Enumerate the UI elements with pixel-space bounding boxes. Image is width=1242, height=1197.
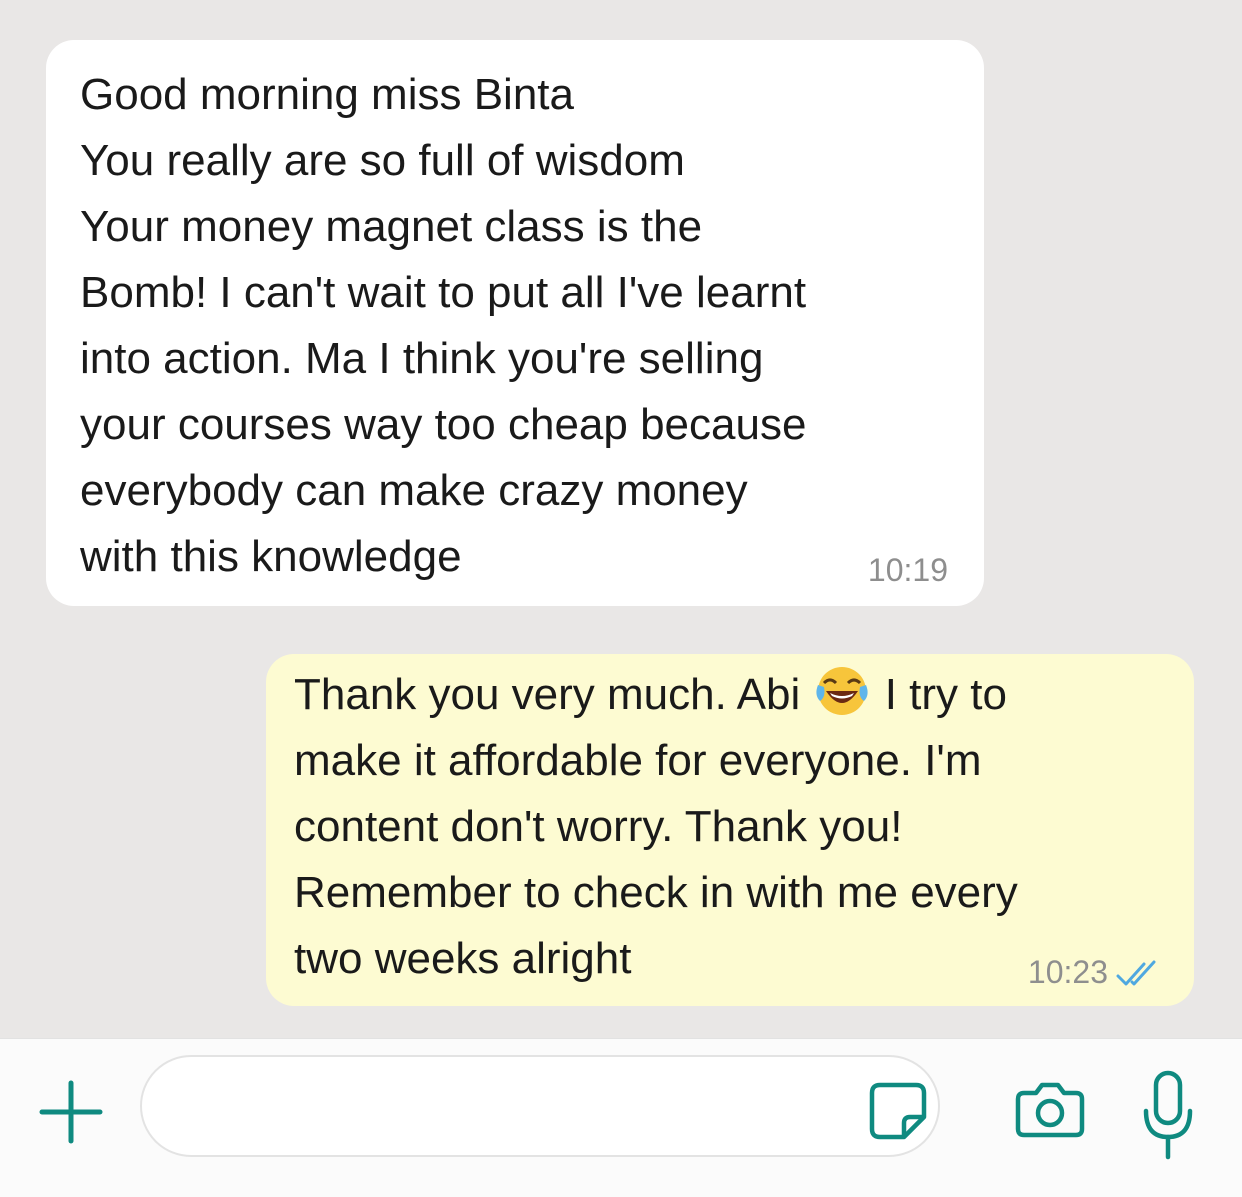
message-text-line: Good morning miss Binta — [80, 70, 574, 119]
read-receipt-double-check-icon — [1116, 960, 1156, 986]
outgoing-message-bubble[interactable]: Thank you very much. Abi I try to make i… — [266, 654, 1194, 1006]
chat-area: Good morning miss Binta You really are s… — [0, 0, 1242, 1038]
message-text-segment: Thank you very much. Abi — [294, 670, 813, 719]
message-text-line: You really are so full of wisdom — [80, 136, 685, 185]
message-text-line: Bomb! I can't wait to put all I've learn… — [80, 268, 807, 317]
camera-icon[interactable] — [1014, 1073, 1086, 1145]
message-text-line: Thank you very much. Abi I try to — [294, 662, 1154, 728]
message-timestamp: 10:23 — [1027, 954, 1108, 990]
message-text-line: your courses way too cheap because — [80, 400, 807, 449]
message-text-line: Your money magnet class is the — [80, 202, 703, 251]
message-text-segment: I try to — [872, 670, 1007, 719]
message-input[interactable] — [140, 1055, 940, 1157]
message-text-line: everybody can make crazy money — [80, 466, 748, 515]
message-text-line: make it affordable for everyone. I'm — [294, 736, 982, 785]
microphone-icon[interactable] — [1140, 1067, 1196, 1165]
message-text-line: Remember to check in with me every — [294, 868, 1018, 917]
plus-icon[interactable] — [38, 1079, 104, 1145]
message-text-line: content don't worry. Thank you! — [294, 802, 903, 851]
message-text-line: with this knowledge — [80, 532, 462, 581]
sticker-icon[interactable] — [866, 1079, 930, 1143]
message-text-line: two weeks alright — [294, 934, 632, 983]
laughing-with-tears-emoji-icon — [816, 667, 869, 715]
message-text-line: into action. Ma I think you're selling — [80, 334, 764, 383]
message-timestamp: 10:19 — [867, 552, 948, 588]
message-composer-bar — [0, 1038, 1242, 1197]
incoming-message-bubble[interactable]: Good morning miss Binta You really are s… — [46, 40, 984, 606]
